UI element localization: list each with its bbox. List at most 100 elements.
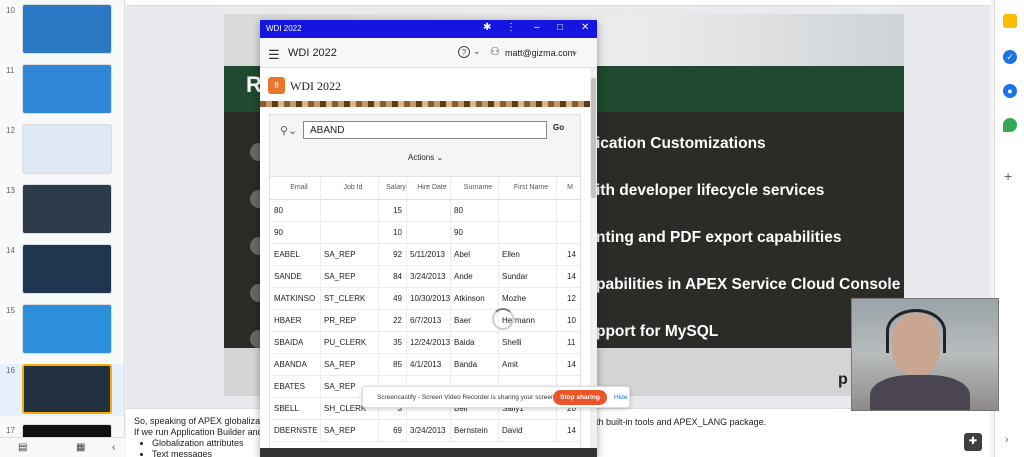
search-input[interactable] (303, 121, 547, 139)
table-cell: SA_REP (324, 272, 356, 281)
thumbnail-image (22, 304, 112, 354)
slide-bullet: pabilities in APEX Service Cloud Console (596, 276, 901, 293)
table-cell: Baer (454, 316, 471, 325)
maximize-icon[interactable]: □ (557, 22, 563, 33)
table-cell: SA_REP (324, 250, 356, 259)
actions-label: Actions (408, 153, 435, 162)
table-cell: 69 (393, 426, 402, 435)
region-banner (260, 101, 590, 107)
column-header[interactable]: M (560, 184, 580, 191)
filmstrip-view-icon[interactable]: ▤ (18, 442, 27, 453)
table-cell: SA_REP (324, 360, 356, 369)
table-cell: 15 (393, 206, 402, 215)
table-row: ABANDA SA_REP 85 4/1/2013 Banda Amit 14 (270, 354, 580, 376)
contacts-icon[interactable]: ● (1003, 84, 1017, 98)
screencastify-bar: Screencastify - Screen Video Recorder is… (362, 386, 630, 408)
slide-thumbnail[interactable]: 15 (0, 304, 124, 356)
chevron-down-icon[interactable]: ⌄ (571, 46, 579, 57)
slide-bullet: nting and PDF export capabilities (596, 229, 842, 246)
extension-icon[interactable]: ✱ (483, 22, 491, 33)
slide-thumbnail[interactable]: 13 (0, 184, 124, 236)
slide-thumbnail[interactable]: 17 (0, 424, 124, 437)
table-cell: Sundar (502, 272, 528, 281)
slide-thumbnail[interactable]: 12 (0, 124, 124, 176)
stop-sharing-button[interactable]: Stop sharing (553, 390, 607, 405)
slide-thumbnail[interactable]: 11 (0, 64, 124, 116)
table-cell: 10/30/2013 (410, 294, 451, 303)
go-button[interactable]: Go (553, 123, 564, 132)
help-icon[interactable]: ? (458, 46, 470, 58)
thumbnail-image (22, 424, 112, 437)
table-cell: 90 (274, 228, 283, 237)
user-icon[interactable]: ⚇ (490, 45, 500, 58)
table-cell: 84 (393, 272, 402, 281)
table-cell: SA_REP (324, 426, 356, 435)
app-title[interactable]: WDI 2022 (288, 47, 337, 59)
column-header[interactable]: Job Id (324, 184, 382, 191)
table-cell: DBERNSTE (274, 426, 318, 435)
table-cell: ABANDA (274, 360, 307, 369)
hide-button[interactable]: Hide (614, 394, 627, 401)
minimize-icon[interactable]: – (534, 22, 540, 33)
maps-icon[interactable] (1003, 118, 1017, 132)
app-footer-toolbar (260, 448, 597, 457)
column-header[interactable]: Hire Date (410, 184, 454, 191)
table-row: DBERNSTE SA_REP 69 3/24/2013 Bernstein David 1… (270, 420, 580, 442)
menu-icon[interactable]: ⋮ (506, 22, 516, 33)
ruler (126, 0, 990, 6)
table-cell: 5/11/2013 (410, 250, 445, 259)
column-header[interactable]: Surname (454, 184, 502, 191)
column-header[interactable]: First Name (502, 184, 560, 191)
slide-thumbnail[interactable]: 16 (0, 364, 124, 416)
collapse-panel-icon[interactable]: ‹ (112, 442, 115, 453)
table-cell: 6/7/2013 (410, 316, 442, 325)
slide-number: 12 (6, 126, 15, 135)
grid-view-icon[interactable]: ▦ (76, 442, 85, 453)
table-cell: 3/24/2013 (410, 272, 446, 281)
tasks-icon[interactable]: ✓ (1003, 50, 1017, 64)
add-addon-icon[interactable]: + (1004, 168, 1012, 184)
webcam-person-body (870, 375, 970, 410)
slide-thumbnails-panel: 10 11 12 13 14 15 16 17 (0, 0, 125, 437)
expand-panel-icon[interactable]: › (1005, 434, 1009, 446)
table-cell: 35 (393, 338, 402, 347)
table-cell: 90 (454, 228, 463, 237)
slide-thumbnail[interactable]: 10 (0, 4, 124, 56)
table-cell: 10 (393, 228, 402, 237)
hamburger-menu-icon[interactable]: ☰ (268, 47, 280, 63)
table-cell: Mozhe (502, 294, 527, 303)
table-cell: 4/1/2013 (410, 360, 442, 369)
slide-thumbnail[interactable]: 14 (0, 244, 124, 296)
thumbnail-image (22, 64, 112, 114)
table-cell: MATKINSO (274, 294, 316, 303)
table-cell: EBATES (274, 382, 305, 391)
table-cell: SH_CLERK (324, 404, 367, 413)
table-row: EABEL SA_REP 92 5/11/2013 Abel Ellen 14 (270, 244, 580, 266)
slide-bullet: ication Customizations (596, 135, 766, 152)
thumbnail-image (22, 364, 112, 414)
actions-menu-button[interactable]: Actions ⌄ (408, 153, 443, 162)
table-cell: Atkinson (454, 294, 485, 303)
table-cell: 12/24/2013 (410, 338, 451, 347)
table-cell: SANDE (274, 272, 302, 281)
table-cell: Baida (454, 338, 475, 347)
user-menu[interactable]: matt@gizma.com (505, 48, 575, 58)
column-header[interactable]: Email (274, 184, 324, 191)
close-icon[interactable]: ✕ (581, 22, 589, 33)
search-icon[interactable]: ⚲⌄ (280, 124, 297, 137)
keep-icon[interactable] (1003, 14, 1017, 28)
slide-bullet: ith developer lifecycle services (596, 182, 825, 199)
table-cell: PR_REP (324, 316, 357, 325)
table-cell: 80 (274, 206, 283, 215)
thumbnail-image (22, 244, 112, 294)
table-cell: 92 (393, 250, 402, 259)
window-titlebar: WDI 2022 ✱ ⋮ – □ ✕ (260, 20, 597, 38)
notes-line-right: th built-in tools and APEX_LANG package. (596, 417, 767, 427)
slide-bullet: pport for MySQL (596, 323, 719, 340)
loading-spinner-icon (492, 308, 514, 330)
table-cell: Banda (454, 360, 478, 369)
scrollbar-thumb[interactable] (591, 78, 596, 198)
chevron-down-icon[interactable]: ⌄ (473, 46, 481, 57)
add-comment-icon[interactable]: ✚ (964, 433, 982, 451)
app-logo-icon: 8 (268, 77, 285, 94)
